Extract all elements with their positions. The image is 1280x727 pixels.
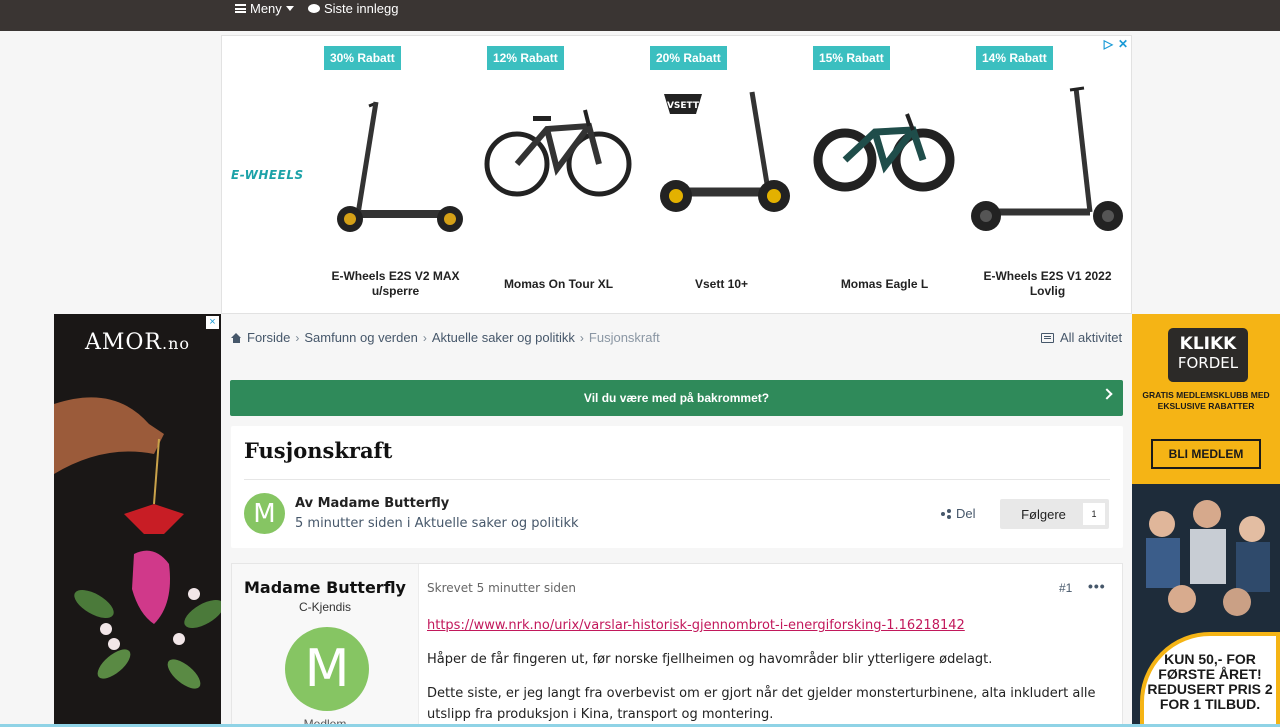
latest-posts-link[interactable]: Siste innlegg xyxy=(308,1,398,16)
kick-scooter-image xyxy=(971,86,1123,231)
activity-icon xyxy=(1041,332,1054,343)
post: Madame Butterfly C-Kjendis M Medlem Skre… xyxy=(231,563,1123,727)
more-options-icon[interactable]: ••• xyxy=(1088,578,1106,594)
caret-down-icon xyxy=(285,6,294,11)
post-link[interactable]: https://www.nrk.no/urix/varslar-historis… xyxy=(427,618,965,633)
discount-badge: 14% Rabatt xyxy=(976,46,1053,70)
mistletoe-illustration xyxy=(54,397,221,689)
join-button[interactable]: BLI MEDLEM xyxy=(1151,439,1261,469)
left-side-ad[interactable]: AMOR.no × xyxy=(54,314,221,727)
bars-icon xyxy=(235,4,246,13)
ad-close-icon[interactable]: × xyxy=(206,316,219,329)
fat-bike-image xyxy=(813,113,955,192)
breadcrumb-item[interactable]: Aktuelle saker og politikk xyxy=(432,330,575,345)
chevron-right-icon: › xyxy=(422,330,427,345)
chevron-right-icon: › xyxy=(579,330,584,345)
klikk-logo-line1: KLIKK xyxy=(1179,334,1237,354)
top-navbar: Meny Siste innlegg xyxy=(0,0,1280,31)
latest-posts-label: Siste innlegg xyxy=(324,1,399,16)
product-name: Momas On Tour XL xyxy=(503,276,614,291)
divider xyxy=(244,479,1110,480)
post-author-name[interactable]: Madame Butterfly xyxy=(232,578,418,597)
klikk-fordel-logo: KLIKK FORDEL xyxy=(1168,328,1248,382)
post-paragraph: Dette siste, er jeg langt fra overbevist… xyxy=(427,686,1096,722)
ewheels-logo: E-WHEELS xyxy=(231,168,304,182)
follow-button[interactable]: Følgere 1 xyxy=(1000,499,1109,529)
breadcrumb-current: Fusjonskraft xyxy=(588,330,660,345)
product-name: Vsett 10+ xyxy=(694,276,749,291)
amor-logo: AMOR.no xyxy=(54,330,221,355)
chevron-right-icon xyxy=(1101,388,1113,400)
product-name: E-Wheels E2S V2 MAX u/sperre xyxy=(331,269,460,298)
all-activity-link[interactable]: All aktivitet xyxy=(1041,330,1122,345)
post-paragraph: Håper de får fingeren ut, før norske fje… xyxy=(427,652,993,667)
product-name: Momas Eagle L xyxy=(840,276,929,291)
post-date: Skrevet 5 minutter siden xyxy=(427,581,577,595)
post-number-link[interactable]: #1 xyxy=(1059,581,1072,595)
chevron-right-icon: › xyxy=(295,330,300,345)
vsett-logo: VSETT xyxy=(667,101,700,111)
topic-title: Fusjonskraft xyxy=(244,438,393,463)
avatar[interactable]: M xyxy=(244,493,285,534)
follow-label: Følgere xyxy=(1021,506,1066,522)
ad-product-1[interactable]: 30% Rabatt E-Wheels E2S V2 MAX u/sperre xyxy=(314,46,477,316)
ad-tagline: GRATIS MEDLEMSKLUBB MED EKSLUSIVE RABATT… xyxy=(1142,390,1270,411)
klikk-logo-line2: FORDEL xyxy=(1177,354,1239,372)
offroad-scooter-image: VSETT xyxy=(660,91,790,212)
avatar[interactable]: M xyxy=(285,627,369,711)
share-icon xyxy=(941,508,951,519)
discount-badge: 20% Rabatt xyxy=(650,46,727,70)
discount-badge: 15% Rabatt xyxy=(813,46,890,70)
ad-product-5[interactable]: 14% Rabatt E-Wheels E2S V1 2022 Lovlig xyxy=(966,46,1129,316)
top-banner-ad[interactable]: E-WHEELS ▷ ✕ 30% Rabatt E-Wheels E2S V2 … xyxy=(221,35,1132,314)
breadcrumb-item[interactable]: Samfunn og verden xyxy=(304,330,417,345)
banner-text: Vil du være med på bakrommet? xyxy=(583,391,770,405)
amor-logo-text: AMOR xyxy=(84,330,162,355)
backroom-banner[interactable]: Vil du være med på bakrommet? xyxy=(230,380,1123,416)
all-activity-label: All aktivitet xyxy=(1060,330,1123,345)
amor-logo-suffix: .no xyxy=(161,334,191,353)
comments-icon xyxy=(308,4,320,13)
post-author-rank: C-Kjendis xyxy=(298,600,352,614)
topic-meta: 5 minutter siden i Aktuelle saker og pol… xyxy=(295,516,579,531)
topic-header: Fusjonskraft M Av Madame Butterfly 5 min… xyxy=(231,426,1123,548)
post-content: https://www.nrk.no/urix/varslar-historis… xyxy=(427,615,1112,727)
breadcrumb: Forside › Samfunn og verden › Aktuelle s… xyxy=(231,330,660,345)
home-icon xyxy=(231,332,242,343)
discount-badge: 30% Rabatt xyxy=(324,46,401,70)
kick-scooter-image xyxy=(337,101,463,232)
e-bike-image xyxy=(484,109,632,197)
menu-label: Meny xyxy=(250,1,282,16)
discount-badge: 12% Rabatt xyxy=(487,46,564,70)
share-label: Del xyxy=(956,506,976,521)
ad-product-2[interactable]: 12% Rabatt Momas On Tour XL xyxy=(477,46,640,316)
menu-button[interactable]: Meny xyxy=(235,1,294,16)
follower-count: 1 xyxy=(1083,503,1105,525)
share-button[interactable]: Del xyxy=(941,506,976,521)
topic-author[interactable]: Av Madame Butterfly xyxy=(295,496,449,511)
product-name: E-Wheels E2S V1 2022 Lovlig xyxy=(983,269,1112,298)
right-side-ad[interactable]: KLIKK FORDEL GRATIS MEDLEMSKLUBB MED EKS… xyxy=(1132,314,1280,727)
ad-product-3[interactable]: 20% Rabatt VSETT Vsett 10+ xyxy=(640,46,803,316)
breadcrumb-home[interactable]: Forside xyxy=(247,330,290,345)
ad-product-4[interactable]: 15% Rabatt Momas Eagle L xyxy=(803,46,966,316)
post-author-panel: Madame Butterfly C-Kjendis M Medlem xyxy=(232,564,419,727)
